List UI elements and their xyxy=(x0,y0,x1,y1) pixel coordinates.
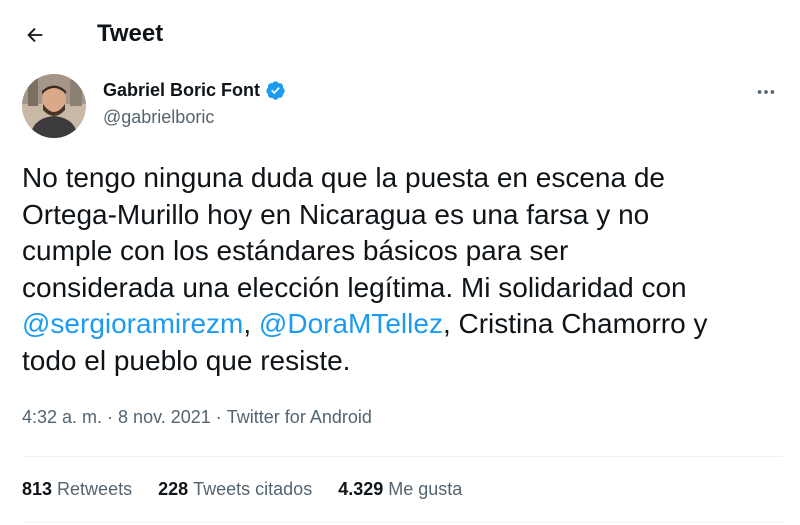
tweet-metadata: 4:32 a. m. · 8 nov. 2021 · Twitter for Andro… xyxy=(22,406,372,428)
tweet-time[interactable]: 4:32 a. m. xyxy=(22,407,102,427)
avatar[interactable] xyxy=(22,74,86,138)
divider xyxy=(22,522,782,523)
author-display-name[interactable]: Gabriel Boric Font xyxy=(103,79,260,101)
arrow-left-icon xyxy=(27,27,43,43)
quote-tweets-label: Tweets citados xyxy=(193,479,313,499)
quote-tweets-count: 228 xyxy=(158,479,189,499)
separator: · xyxy=(107,407,114,427)
more-horizontal-icon xyxy=(757,90,775,94)
separator: · xyxy=(215,407,222,427)
verified-badge-icon xyxy=(266,80,285,100)
avatar-image xyxy=(22,74,86,138)
back-button[interactable] xyxy=(17,17,53,53)
likes-count: 4.329 xyxy=(338,479,384,499)
tweet-stats: 813 Retweets 228 Tweets citados 4.329 Me… xyxy=(22,478,488,500)
likes-label: Me gusta xyxy=(388,479,463,499)
retweets-label: Retweets xyxy=(57,479,133,499)
mention-link[interactable]: @sergioramirezm xyxy=(22,308,243,339)
retweets-count: 813 xyxy=(22,479,53,499)
more-options-button[interactable] xyxy=(748,76,784,108)
divider xyxy=(22,456,782,457)
author-name-row[interactable]: Gabriel Boric Font xyxy=(103,79,286,101)
tweet-text-segment: , xyxy=(243,308,259,339)
tweet-source-link[interactable]: Twitter for Android xyxy=(227,407,372,427)
page-header: Tweet xyxy=(0,0,800,68)
mention-link[interactable]: @DoraMTellez xyxy=(259,308,443,339)
tweet-text: No tengo ninguna duda que la puesta en e… xyxy=(22,160,782,379)
tweet-text-segment: No tengo ninguna duda que la puesta en e… xyxy=(22,162,687,303)
quote-tweets-stat[interactable]: 228 Tweets citados xyxy=(158,478,312,500)
author-handle[interactable]: @gabrielboric xyxy=(103,106,214,128)
likes-stat[interactable]: 4.329 Me gusta xyxy=(338,478,462,500)
tweet-date[interactable]: 8 nov. 2021 xyxy=(118,407,211,427)
retweets-stat[interactable]: 813 Retweets xyxy=(22,478,132,500)
page-title: Tweet xyxy=(97,20,164,47)
